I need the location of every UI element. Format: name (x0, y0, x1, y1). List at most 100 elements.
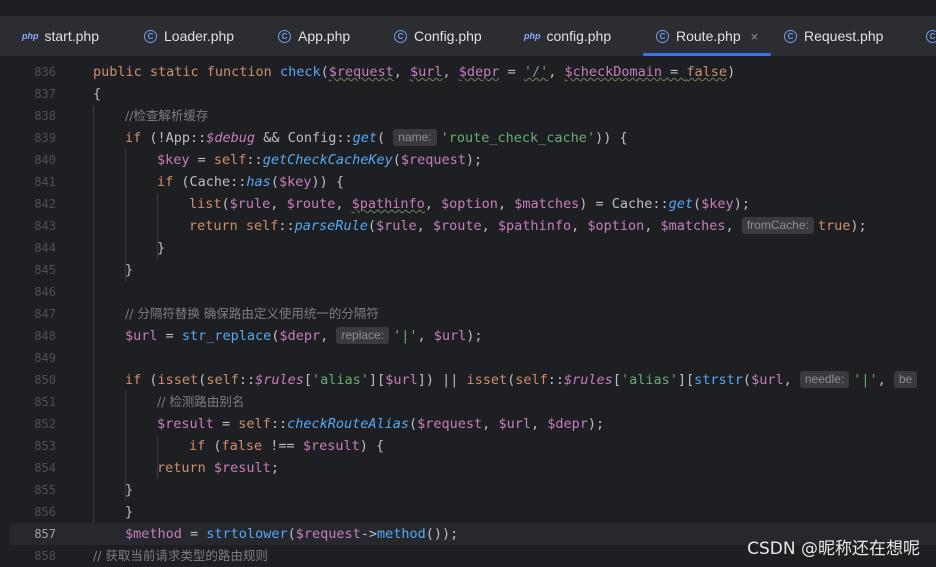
code-token: self (206, 372, 239, 388)
tab-label: Config.php (414, 28, 482, 44)
code-line[interactable]: 845} (10, 259, 936, 281)
code-token: ) = Cache:: (579, 196, 669, 212)
code-token: $url (433, 328, 467, 344)
code-token: $result (302, 438, 360, 454)
code-line[interactable]: 847 // 分隔符替换 确保路由定义使用统一的分隔符 (10, 303, 936, 325)
code-token: , (416, 218, 433, 234)
php-class-icon: C (394, 29, 407, 43)
line-number: 842 (34, 197, 56, 211)
code-text: //检查解析缓存 (125, 105, 208, 127)
code-token: { (93, 86, 102, 102)
code-line[interactable]: 846 (10, 281, 936, 303)
code-line[interactable]: 839 if (!App::$debug && Config::get( name… (10, 127, 936, 149)
code-token: ) { (359, 438, 385, 454)
code-token: ); (587, 416, 605, 432)
code-text: return $result; (157, 457, 279, 479)
code-token: , (548, 64, 565, 80)
code-line[interactable]: 838 //检查解析缓存 (10, 105, 936, 127)
code-token: :: (278, 218, 295, 234)
code-line[interactable]: 841 if (Cache::has($key)) { (10, 171, 936, 193)
code-token: $request (295, 526, 361, 542)
line-number: 850 (34, 373, 56, 387)
php-class-icon: C (656, 29, 669, 43)
code-token: isset (466, 372, 508, 388)
tab-start-php[interactable]: php start.php (22, 16, 99, 56)
code-editor[interactable]: 836 public static function check($request… (10, 57, 936, 567)
parameter-hint: needle: (799, 371, 850, 388)
code-text: } (125, 479, 133, 501)
code-token: $result (157, 416, 214, 432)
code-token: strstr (694, 372, 743, 388)
left-tool-strip (0, 57, 10, 567)
code-token: strtolower (206, 526, 288, 542)
tab-loader-php[interactable]: C Loader.php (144, 16, 234, 56)
code-line[interactable]: 843 return self::parseRule($rule, $route,… (10, 215, 936, 237)
code-token: , (482, 416, 499, 432)
code-token: (Cache:: (181, 174, 247, 190)
tab-app-php[interactable]: C App.php (278, 16, 350, 56)
code-token: $pathinfo (497, 218, 572, 234)
code-token: self (238, 416, 271, 432)
line-number: 845 (34, 263, 56, 277)
code-token: , (783, 372, 800, 388)
code-token: isset (157, 372, 199, 388)
code-token: $route (432, 218, 482, 234)
code-token: $method (125, 526, 182, 542)
code-token: $rule (229, 196, 271, 212)
code-line[interactable]: 837 { (10, 83, 936, 105)
code-text: return self::parseRule($rule, $route, $p… (189, 215, 867, 237)
code-token: :: (238, 372, 256, 388)
code-line[interactable]: 844} (10, 237, 936, 259)
code-token: } (157, 240, 166, 256)
code-token: } (125, 482, 134, 498)
tab-request-php[interactable]: C Request.php (784, 16, 883, 56)
code-line[interactable]: 850 if (isset(self::$rules['alias'][$url]… (10, 369, 936, 391)
code-token: $option (587, 218, 645, 234)
code-token: , (530, 416, 548, 432)
code-line[interactable]: 855} (10, 479, 936, 501)
tab-route-php[interactable]: C Route.php × (643, 16, 771, 56)
line-number: 844 (34, 241, 56, 255)
code-text: if (false !== $result) { (189, 435, 384, 457)
code-token: ); (465, 152, 483, 168)
code-line[interactable]: 848 $url = str_replace($depr, replace: '|'… (10, 325, 936, 347)
code-token: get (352, 130, 378, 146)
code-token: :: (270, 416, 288, 432)
window-top-strip (0, 0, 936, 16)
code-token: $depr (458, 64, 500, 80)
code-line[interactable]: 836 public static function check($request… (10, 61, 936, 83)
code-token: $key (701, 196, 734, 212)
code-token: , (417, 328, 434, 344)
code-line[interactable]: 849 (10, 347, 936, 369)
watermark: CSDN @昵称还在想呢 (747, 539, 920, 559)
code-line[interactable]: 853 if (false !== $result) { (10, 435, 936, 457)
code-token: 'alias' (620, 372, 678, 388)
code-token: $url (410, 64, 443, 80)
code-text: $method = strtolower($request->method())… (125, 523, 458, 545)
tab-overflow[interactable]: C (926, 16, 936, 56)
code-token: ( (149, 372, 158, 388)
php-file-icon: php (22, 31, 39, 41)
code-token: $pathinfo (351, 196, 425, 212)
code-token: return (157, 460, 214, 476)
code-token: $rules (564, 372, 613, 388)
tab-config-php-class[interactable]: C Config.php (394, 16, 482, 56)
code-token: // 检测路由别名 (157, 394, 245, 409)
code-token: , (270, 196, 287, 212)
code-line[interactable]: 842 list($rule, $route, $pathinfo, $optio… (10, 193, 936, 215)
code-token: = (181, 526, 207, 542)
close-icon[interactable]: × (751, 29, 759, 44)
code-token: ( (409, 416, 418, 432)
code-token: , (571, 218, 588, 234)
code-line[interactable]: 854 return $result; (10, 457, 936, 479)
code-line[interactable]: 840 $key = self::getCheckCacheKey($reques… (10, 149, 936, 171)
code-token: public static function (93, 64, 280, 80)
code-line[interactable]: 851 // 检测路由别名 (10, 391, 936, 413)
code-token: $checkDomain (564, 64, 663, 80)
code-line[interactable]: 856} (10, 501, 936, 523)
code-line[interactable]: 852 $result = self::checkRouteAlias($requ… (10, 413, 936, 435)
code-token: , (442, 64, 459, 80)
code-token: str_replace (181, 328, 272, 344)
tab-config-php-file[interactable]: php config.php (524, 16, 611, 56)
code-token: $matches (660, 218, 726, 234)
